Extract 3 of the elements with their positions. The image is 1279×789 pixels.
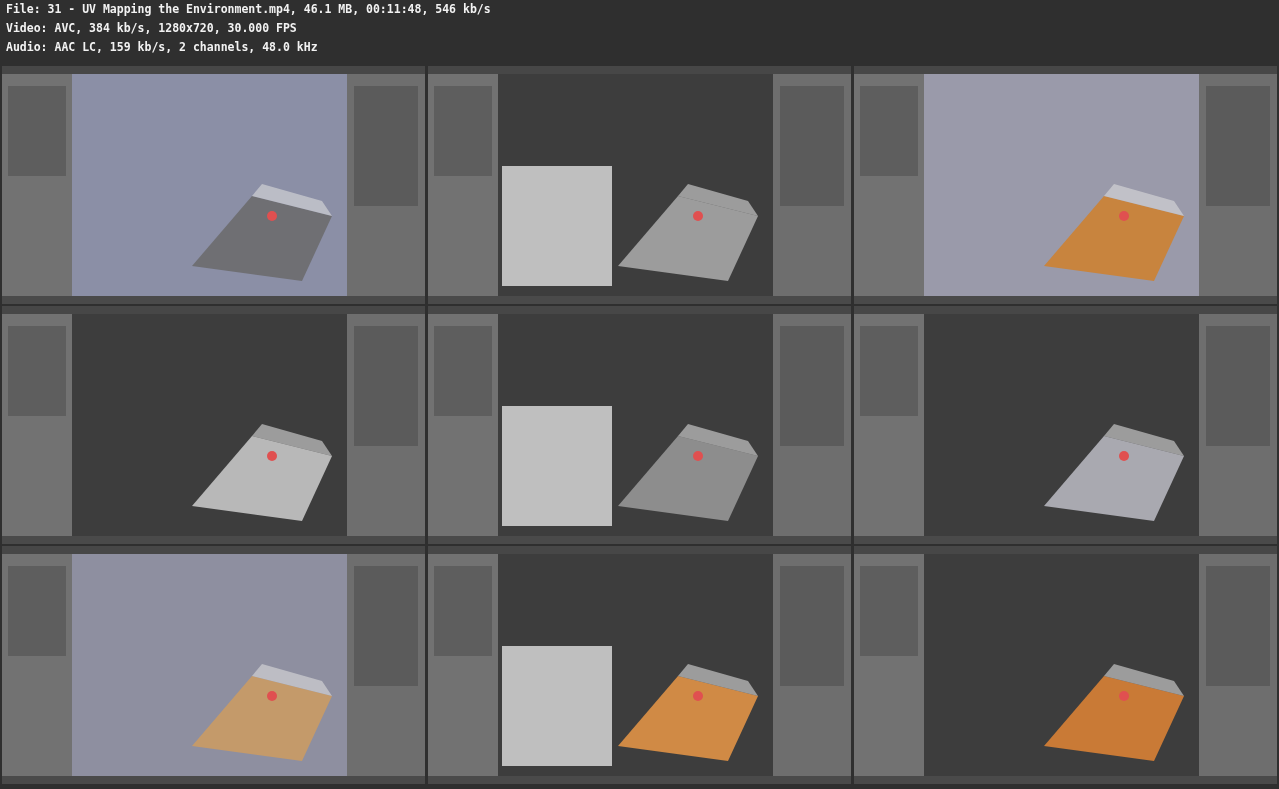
info-line: Audio: AAC LC, 159 kb/s, 2 channels, 48.0 kHz	[6, 39, 319, 55]
info-line: File: 31 - UV Mapping the Environment.mp4, 46.1 MB, 00:11:48, 546 kb/s	[6, 1, 492, 17]
info-line: Video: AVC, 384 kb/s, 1280x720, 30.000 FPS	[6, 20, 298, 36]
